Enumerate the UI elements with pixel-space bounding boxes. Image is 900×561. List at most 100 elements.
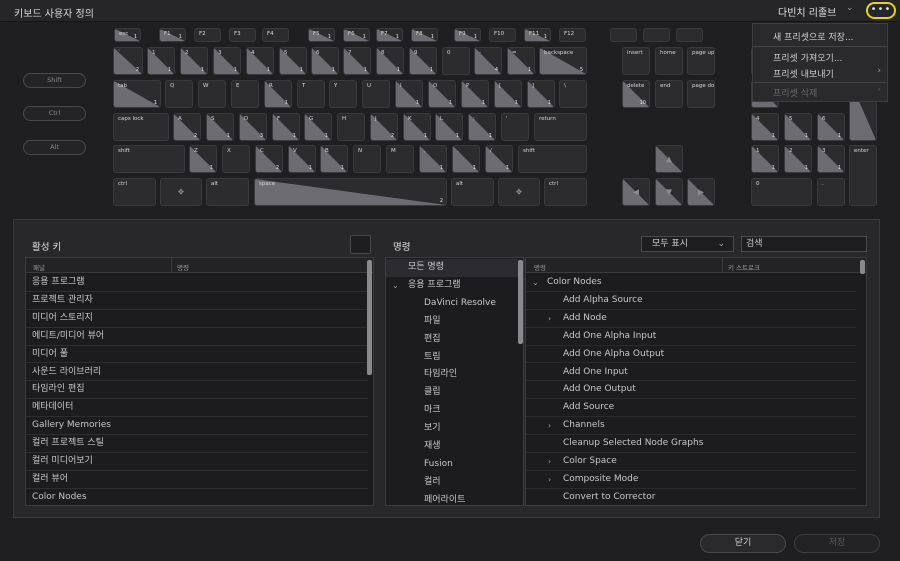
chevron-right-icon[interactable]: › <box>548 453 551 470</box>
left-cmd-key[interactable]: ❖ <box>160 178 202 206</box>
insert-key[interactable]: insert <box>622 47 650 75</box>
key-a[interactable]: A2 <box>173 113 201 141</box>
key-d[interactable]: D3 <box>239 113 267 141</box>
numpad-dot-key[interactable]: . <box>817 178 845 206</box>
key-p[interactable]: P1 <box>461 80 489 108</box>
home-key[interactable]: home <box>655 47 683 75</box>
page-down-key[interactable]: page down <box>687 80 715 108</box>
table-row[interactable]: Add Node › <box>526 310 856 328</box>
space-key[interactable]: space 2 <box>254 178 447 206</box>
backspace-key[interactable]: backspace 5 <box>539 47 587 75</box>
table-row[interactable]: Composite Mode › <box>526 471 856 489</box>
right-cmd-key[interactable]: ❖ <box>498 178 540 206</box>
tree-item[interactable]: 보기 <box>386 420 518 438</box>
f2-key[interactable]: F2 <box>194 28 221 42</box>
numpad-6-key[interactable]: 61 <box>817 113 845 141</box>
f11-key[interactable]: F11 1 <box>524 28 551 42</box>
ctrl-modifier-button[interactable]: Ctrl <box>23 106 86 121</box>
key-3[interactable]: 31 <box>213 47 241 75</box>
tree-item[interactable]: 컬러 <box>386 474 518 492</box>
tree-item[interactable]: 타임라인 <box>386 366 518 384</box>
table-row[interactable]: Channels › <box>526 417 856 436</box>
key-z[interactable]: Z1 <box>189 145 217 173</box>
down-arrow-key[interactable]: ▼ <box>655 178 683 206</box>
table-row[interactable]: Add Alpha Source <box>526 292 856 310</box>
numpad-4-key[interactable]: 41 <box>751 113 779 141</box>
numpad-1-key[interactable]: 11 <box>751 145 779 173</box>
tree-item[interactable]: Fusion <box>386 456 518 474</box>
backtick-key[interactable]: ` 2 <box>113 47 143 75</box>
tree-item[interactable]: 클립 <box>386 384 518 402</box>
table-row[interactable]: Add One Alpha Input <box>526 328 856 346</box>
right-alt-key[interactable]: alt <box>451 178 494 206</box>
key-8[interactable]: 81 <box>376 47 404 75</box>
numpad-3-key[interactable]: 31 <box>817 145 845 173</box>
right-ctrl-key[interactable]: ctrl <box>544 178 587 206</box>
page-up-key[interactable]: page up <box>687 47 715 75</box>
scrollbar[interactable] <box>367 260 372 375</box>
esc-key[interactable]: esc 1 <box>114 28 141 42</box>
tree-item[interactable]: 편집 <box>386 331 518 349</box>
caps-lock-key[interactable]: caps lock <box>113 113 169 141</box>
key-f[interactable]: F1 <box>272 113 300 141</box>
key-n[interactable]: N <box>353 145 381 173</box>
menu-item-delete-preset[interactable]: 프리셋 삭제 <box>773 86 817 99</box>
column-command[interactable]: 명령 <box>534 262 546 272</box>
menu-item-import-preset[interactable]: 프리셋 가져오기... <box>773 51 842 64</box>
key-l[interactable]: L1 <box>435 113 463 141</box>
f6-key[interactable]: F6 1 <box>343 28 370 42</box>
f5-key[interactable]: F5 1 <box>308 28 335 42</box>
key-1[interactable]: 11 <box>147 47 175 75</box>
tree-item[interactable]: 페어라이트 <box>386 492 518 505</box>
chevron-right-icon[interactable]: › <box>548 417 551 434</box>
preset-selector[interactable]: 다빈치 리졸브 <box>778 4 836 19</box>
key-k[interactable]: K1 <box>403 113 431 141</box>
filter-select[interactable]: 모두 표시 ⌄ <box>641 236 734 252</box>
key-t[interactable]: T <box>297 80 325 108</box>
scrollbar[interactable] <box>518 260 523 344</box>
key-b[interactable]: B1 <box>320 145 348 173</box>
key-q[interactable]: Q <box>165 80 193 108</box>
close-button[interactable]: 닫기 <box>700 534 786 553</box>
left-arrow-key[interactable]: ◀ <box>622 178 650 206</box>
key-j[interactable]: J2 <box>370 113 398 141</box>
list-item[interactable]: 사운드 라이브러리 <box>26 364 368 382</box>
key-x[interactable]: X <box>222 145 250 173</box>
list-item[interactable]: 응용 프로그램 <box>26 274 368 292</box>
list-item[interactable]: 컬러 미디어보기 <box>26 453 368 471</box>
f10-key[interactable]: F10 <box>489 28 516 42</box>
f8-key[interactable]: F8 1 <box>411 28 438 42</box>
period-key[interactable]: .1 <box>452 145 480 173</box>
tree-item[interactable]: 응용 프로그램 ⌄ <box>386 277 518 295</box>
backslash-key[interactable]: \ <box>559 80 587 108</box>
menu-item-export-preset[interactable]: 프리셋 내보내기 <box>773 67 834 80</box>
slash-key[interactable]: /1 <box>485 145 513 173</box>
numpad-0-key[interactable]: 0 <box>751 178 812 206</box>
table-row[interactable]: Add One Alpha Output <box>526 346 856 364</box>
list-item[interactable]: 미디어 풀 <box>26 346 368 364</box>
key-e[interactable]: E <box>231 80 259 108</box>
blank-key[interactable] <box>610 28 637 42</box>
f3-key[interactable]: F3 <box>229 28 256 42</box>
return-key[interactable]: return <box>534 113 587 141</box>
table-row[interactable]: Color Nodes ⌄ <box>526 274 856 292</box>
search-input[interactable]: 검색 <box>741 236 867 252</box>
table-row[interactable]: Add One Output <box>526 381 856 400</box>
table-row[interactable]: Add Source <box>526 399 856 418</box>
left-ctrl-key[interactable]: ctrl <box>113 178 156 206</box>
key-7[interactable]: 71 <box>343 47 371 75</box>
numpad-enter-key[interactable]: enter <box>849 145 877 206</box>
list-item[interactable]: 컬러 뷰어 <box>26 471 368 489</box>
f7-key[interactable]: F7 1 <box>376 28 403 42</box>
list-item[interactable]: Gallery Memories <box>26 417 368 436</box>
tree-item[interactable]: 파일 <box>386 313 518 331</box>
f4-key[interactable]: F4 <box>262 28 289 42</box>
chevron-down-icon[interactable]: ⌄ <box>532 274 539 291</box>
key-s[interactable]: S1 <box>206 113 234 141</box>
numpad-5-key[interactable]: 51 <box>784 113 812 141</box>
save-button[interactable]: 저장 <box>794 534 880 553</box>
tree-item[interactable]: 트림 <box>386 349 518 367</box>
numpad-2-key[interactable]: 21 <box>784 145 812 173</box>
minus-key[interactable]: -4 <box>474 47 502 75</box>
key-m[interactable]: M <box>386 145 414 173</box>
